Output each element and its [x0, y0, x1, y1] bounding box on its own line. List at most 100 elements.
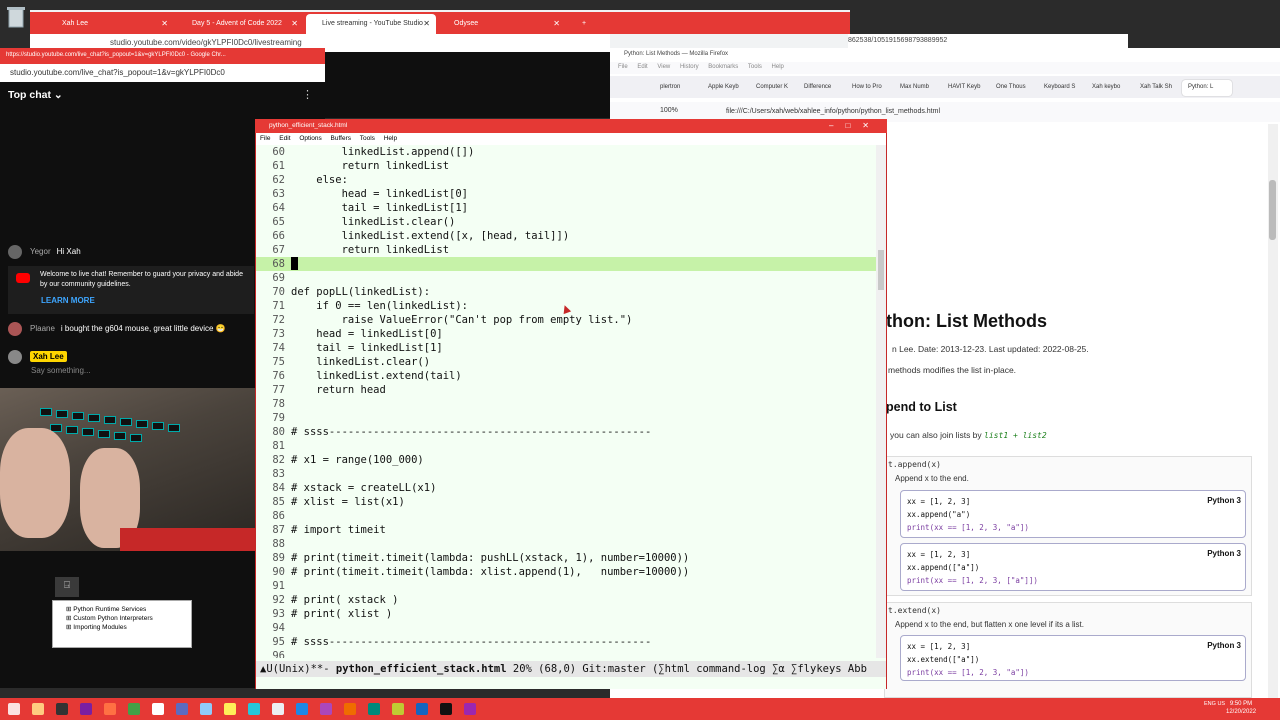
emacs-icon[interactable]	[320, 703, 332, 715]
code-line[interactable]: 82 # x1 = range(100_000)	[256, 453, 876, 467]
more-options-icon[interactable]: ⋮	[302, 88, 313, 101]
chrome-tab-youtube-studio[interactable]: Live streaming - YouTube Studio ✕	[306, 14, 436, 34]
menu-bookmarks[interactable]: Bookmarks	[708, 64, 738, 70]
code-line[interactable]: 70 def popLL(linkedList):	[256, 285, 876, 299]
editor-scroll-thumb[interactable]	[878, 250, 884, 290]
ff-tab[interactable]: Xah keybo	[1086, 80, 1132, 96]
taskbar-app-icon[interactable]	[200, 703, 212, 715]
menu-edit[interactable]: Edit	[637, 64, 647, 70]
learn-more-link[interactable]: LEARN MORE	[41, 296, 95, 305]
ff-tab[interactable]: Difference	[798, 80, 844, 96]
taskbar-app-icon[interactable]	[176, 703, 188, 715]
code-line[interactable]: 64 tail = linkedList[1]	[256, 201, 876, 215]
taskbar-app-icon[interactable]	[248, 703, 260, 715]
code-line[interactable]: 84 # xstack = createLL(x1)	[256, 481, 876, 495]
ff-tab[interactable]: plertron	[654, 80, 700, 96]
menu-view[interactable]: View	[657, 64, 670, 70]
chat-author[interactable]: Plaane	[30, 324, 55, 333]
taskbar-clock[interactable]: 9:50 PM 12/20/2022	[1226, 700, 1256, 716]
code-line[interactable]: 65 linkedList.clear()	[256, 215, 876, 229]
taskbar-app-icon[interactable]	[224, 703, 236, 715]
recycle-bin-icon[interactable]	[3, 4, 29, 30]
code-line[interactable]: 66 linkedList.extend([x, [head, tail]])	[256, 229, 876, 243]
emacs-menu-options[interactable]: Options	[299, 135, 321, 142]
menu-file[interactable]: File	[618, 64, 628, 70]
youtube-chat-url[interactable]: studio.youtube.com/live_chat?is_popout=1…	[0, 64, 325, 82]
close-icon[interactable]: ✕	[423, 19, 430, 28]
ff-tab[interactable]: How to Pro	[846, 80, 892, 96]
code-line[interactable]: 94	[256, 621, 876, 635]
close-icon[interactable]: ✕	[161, 19, 168, 28]
emacs-menu-edit[interactable]: Edit	[279, 135, 290, 142]
taskbar-app-icon[interactable]	[152, 703, 164, 715]
ff-tab-active[interactable]: Python: L	[1182, 80, 1232, 96]
taskbar-app-icon[interactable]	[416, 703, 428, 715]
taskbar-app-icon[interactable]	[368, 703, 380, 715]
code-line[interactable]: 75 linkedList.clear()	[256, 355, 876, 369]
code-line[interactable]: 69	[256, 271, 876, 285]
window-controls[interactable]: –□✕	[829, 121, 881, 130]
tree-item[interactable]: ⊞ Python Runtime Services	[66, 605, 146, 613]
code-line[interactable]: 85 # xlist = list(x1)	[256, 495, 876, 509]
ff-tab[interactable]: HAVIT Keyb	[942, 80, 988, 96]
code-line[interactable]: 96	[256, 649, 876, 658]
top-chat-dropdown[interactable]: Top chat ⌄	[8, 89, 63, 101]
code-line[interactable]: 88	[256, 537, 876, 551]
code-line[interactable]: 68	[256, 257, 876, 271]
taskbar-app-icon[interactable]	[296, 703, 308, 715]
taskbar-app-icon[interactable]	[344, 703, 356, 715]
new-tab-button[interactable]: +	[576, 14, 596, 34]
ff-tab[interactable]: Keyboard S	[1038, 80, 1084, 96]
code-line[interactable]: 62 else:	[256, 173, 876, 187]
code-line[interactable]: 93 # print( xlist )	[256, 607, 876, 621]
emacs-minibuffer[interactable]	[256, 677, 886, 689]
code-line[interactable]: 61 return linkedList	[256, 159, 876, 173]
tree-item[interactable]: ⊞ Importing Modules	[66, 623, 127, 631]
ff-tab[interactable]: One Thous	[990, 80, 1036, 96]
taskbar-app-icon[interactable]	[464, 703, 476, 715]
code-line[interactable]: 87 # import timeit	[256, 523, 876, 537]
emacs-menu-buffers[interactable]: Buffers	[331, 135, 351, 142]
taskbar-app-icon[interactable]	[392, 703, 404, 715]
menu-history[interactable]: History	[680, 64, 699, 70]
firefox-icon[interactable]	[104, 703, 116, 715]
zoom-level[interactable]: 100%	[660, 107, 678, 114]
code-line[interactable]: 74 tail = linkedList[1]	[256, 341, 876, 355]
tree-item[interactable]: ⊞ Custom Python Interpreters	[66, 614, 153, 622]
firefox-scroll-thumb[interactable]	[1269, 180, 1276, 240]
menu-help[interactable]: Help	[772, 64, 784, 70]
ff-tab[interactable]: Max Numb	[894, 80, 940, 96]
code-line[interactable]: 76 linkedList.extend(tail)	[256, 369, 876, 383]
code-line[interactable]: 95 # ssss--------------------------------…	[256, 635, 876, 649]
code-line[interactable]: 63 head = linkedList[0]	[256, 187, 876, 201]
chrome-tab-xahlee[interactable]: Xah Lee ✕	[46, 14, 174, 34]
code-line[interactable]: 67 return linkedList	[256, 243, 876, 257]
taskbar-app-icon[interactable]	[56, 703, 68, 715]
chat-input[interactable]: Say something...	[31, 366, 91, 375]
ff-tab[interactable]: Xah Talk Sh	[1134, 80, 1180, 96]
code-editor[interactable]: 60 linkedList.append([]) 61 return linked…	[256, 145, 876, 658]
exit-icon[interactable]: ⍈	[55, 577, 79, 597]
code-line[interactable]: 91	[256, 579, 876, 593]
code-line[interactable]: 86	[256, 509, 876, 523]
code-line[interactable]: 89 # print(timeit.timeit(lambda: pushLL(x…	[256, 551, 876, 565]
emacs-menu-tools[interactable]: Tools	[360, 135, 375, 142]
code-line[interactable]: 73 head = linkedList[0]	[256, 327, 876, 341]
taskbar-app-icon[interactable]	[272, 703, 284, 715]
ff-tab[interactable]: Apple Keyb	[702, 80, 748, 96]
code-line[interactable]: 60 linkedList.append([])	[256, 145, 876, 159]
menu-tools[interactable]: Tools	[748, 64, 762, 70]
taskbar-app-icon[interactable]	[80, 703, 92, 715]
code-line[interactable]: 83	[256, 467, 876, 481]
chrome-tab-advent[interactable]: Day 5 - Advent of Code 2022 ✕	[176, 14, 304, 34]
emacs-menu-file[interactable]: File	[260, 135, 270, 142]
input-language[interactable]: ENG US	[1204, 700, 1225, 708]
chrome-tab-odysee[interactable]: Odysee ✕	[438, 14, 566, 34]
code-line[interactable]: 92 # print( xstack )	[256, 593, 876, 607]
start-icon[interactable]	[8, 703, 20, 715]
editor-scrollbar[interactable]	[876, 145, 886, 658]
chat-author[interactable]: Yegor	[30, 247, 51, 256]
chrome-second-url[interactable]: 862538/1051915698793889952	[848, 34, 1128, 48]
close-icon[interactable]: ✕	[291, 19, 298, 28]
taskbar-app-icon[interactable]	[440, 703, 452, 715]
